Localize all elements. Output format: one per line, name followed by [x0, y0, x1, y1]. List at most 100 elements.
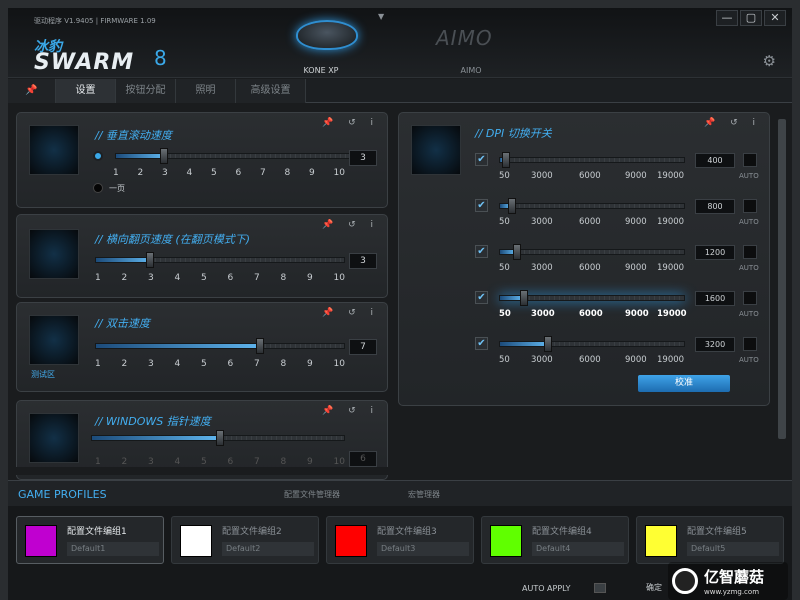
game-profiles-title[interactable]: GAME PROFILES [18, 488, 107, 501]
tab-lighting[interactable]: 照明 [176, 79, 236, 103]
tab-buttons[interactable]: 按钮分配 [116, 79, 176, 103]
calibrate-button[interactable]: 校准 [638, 375, 730, 392]
watermark-logo-icon [672, 568, 698, 594]
minimize-button[interactable]: — [716, 10, 738, 26]
scroll-speed-value[interactable]: 3 [349, 150, 377, 166]
profile-color [335, 525, 367, 557]
profile-color [490, 525, 522, 557]
gear-icon[interactable]: ⚙ [763, 52, 776, 70]
panel-dpi: // DPI 切换开关 📌 ↺ i ✔ 400 AUTO 50 3000 6000 9… [398, 112, 770, 406]
dpi-checkbox-5[interactable]: ✔ [475, 337, 488, 350]
dpi-auto-2[interactable] [743, 199, 757, 213]
maximize-button[interactable]: ▢ [740, 10, 762, 26]
dpi-auto-3[interactable] [743, 245, 757, 259]
auto-apply-toggle[interactable] [594, 583, 606, 593]
profile-default: Default3 [377, 542, 469, 556]
scrollbar[interactable] [778, 119, 786, 469]
panel-title: // 垂直滚动速度 [95, 129, 172, 142]
pointer-icon [29, 413, 79, 463]
dpi-slider-2[interactable] [499, 198, 685, 214]
close-button[interactable]: ✕ [764, 10, 786, 26]
tilt-speed-slider[interactable] [95, 252, 345, 268]
confirm-button[interactable]: 确定 [646, 582, 662, 593]
panel-title: // 横向翻页速度 (在翻页模式下) [95, 233, 250, 246]
profile-slot-5[interactable]: 配置文件编组5 Default5 [636, 516, 784, 564]
scroll-page-radio[interactable] [93, 183, 103, 193]
test-area[interactable] [29, 315, 79, 365]
dpi-value-2[interactable]: 800 [695, 199, 735, 214]
tab-pin[interactable]: 📌 [8, 79, 56, 103]
dpi-checkbox-3[interactable]: ✔ [475, 245, 488, 258]
app-window: 驱动程序 V1.9405 | FIRMWARE 1.09 冰豹 SWARM 8 … [8, 8, 792, 600]
device-aimo[interactable]: AIMO [416, 18, 526, 78]
dpi-checkbox-1[interactable]: ✔ [475, 153, 488, 166]
dpi-slider-4[interactable] [499, 290, 685, 306]
watermark-title: 亿智蘑菇 [704, 568, 765, 586]
panel-title: // 双击速度 [95, 317, 150, 330]
panel-clip [16, 467, 396, 475]
panel-icons[interactable]: 📌 ↺ i [322, 308, 379, 318]
profile-slot-3[interactable]: 配置文件编组3 Default3 [326, 516, 474, 564]
profile-default: Default5 [687, 542, 779, 556]
dpi-checkbox-4[interactable]: ✔ [475, 291, 488, 304]
profile-slot-4[interactable]: 配置文件编组4 Default4 [481, 516, 629, 564]
dpi-value-4[interactable]: 1600 [695, 291, 735, 306]
scroll-page-label: 一页 [109, 184, 125, 193]
device-kone-xp[interactable]: KONE XP [266, 18, 376, 78]
tab-advanced[interactable]: 高级设置 [236, 79, 306, 103]
scroll-speed-slider[interactable] [115, 148, 355, 164]
panel-icons[interactable]: 📌 ↺ i [322, 118, 379, 128]
panel-scroll-speed: // 垂直滚动速度 📌 ↺ i 3 1 2 3 4 5 6 7 8 9 10 一页 [16, 112, 388, 208]
pointer-speed-value[interactable]: 6 [349, 451, 377, 467]
dpi-slider-3[interactable] [499, 244, 685, 260]
slider-knob[interactable] [146, 252, 154, 268]
dpi-slider-5[interactable] [499, 336, 685, 352]
dpi-auto-4[interactable] [743, 291, 757, 305]
panel-tilt-speed: // 横向翻页速度 (在翻页模式下) 📌 ↺ i 3 1 2 3 4 5 6 7 8 9 10 [16, 214, 388, 298]
doubleclick-speed-slider[interactable] [95, 338, 345, 354]
auto-label: AUTO [739, 310, 759, 318]
slider-knob[interactable] [160, 148, 168, 164]
scroll-lines-radio[interactable] [93, 151, 103, 161]
test-area-label: 测试区 [31, 370, 55, 379]
dropdown-icon[interactable]: ▼ [378, 12, 384, 21]
tab-macro-manager[interactable]: 宏管理器 [408, 489, 440, 500]
panel-icons[interactable]: 📌 ↺ i [322, 406, 379, 416]
doubleclick-speed-value[interactable]: 7 [349, 339, 377, 355]
dpi-auto-1[interactable] [743, 153, 757, 167]
dpi-value-1[interactable]: 400 [695, 153, 735, 168]
profile-color [645, 525, 677, 557]
tab-settings[interactable]: 设置 [56, 79, 116, 103]
dpi-value-3[interactable]: 1200 [695, 245, 735, 260]
slider-knob[interactable] [216, 430, 224, 446]
dpi-slider-1[interactable] [499, 152, 685, 168]
dpi-auto-5[interactable] [743, 337, 757, 351]
slider-ticks: 1 2 3 4 5 6 7 8 9 10 [113, 168, 345, 178]
panel-doubleclick-speed: 测试区 // 双击速度 📌 ↺ i 7 1 2 3 4 5 6 7 8 9 10 [16, 302, 388, 392]
tab-bar: 📌 设置 按钮分配 照明 高级设置 [8, 79, 792, 103]
panel-icons[interactable]: 📌 ↺ i [704, 118, 761, 128]
dpi-value-5[interactable]: 3200 [695, 337, 735, 352]
profile-name: 配置文件编组3 [377, 527, 437, 537]
profile-slot-2[interactable]: 配置文件编组2 Default2 [171, 516, 319, 564]
profile-name: 配置文件编组5 [687, 527, 747, 537]
auto-label: AUTO [739, 264, 759, 272]
dpi-checkbox-2[interactable]: ✔ [475, 199, 488, 212]
panel-icons[interactable]: 📌 ↺ i [322, 220, 379, 230]
device-name: KONE XP [303, 66, 339, 75]
tilt-speed-value[interactable]: 3 [349, 253, 377, 269]
slider-ticks: 1 2 3 4 5 6 7 8 9 10 [95, 457, 345, 467]
pointer-speed-slider[interactable] [91, 430, 345, 446]
version-text: 驱动程序 V1.9405 | FIRMWARE 1.09 [34, 17, 156, 25]
watermark: 亿智蘑菇 www.yzmg.com [668, 562, 788, 600]
tab-profile-manager[interactable]: 配置文件管理器 [284, 489, 340, 500]
panel-title: // WINDOWS 指针速度 [95, 415, 211, 428]
profile-name: 配置文件编组2 [222, 527, 282, 537]
dpi-icon [411, 125, 461, 175]
profile-slot-1[interactable]: 配置文件编组1 Default1 [16, 516, 164, 564]
watermark-url: www.yzmg.com [704, 588, 760, 596]
auto-label: AUTO [739, 356, 759, 364]
device-name: AIMO [460, 66, 482, 75]
slider-knob[interactable] [256, 338, 264, 354]
scrollbar-thumb[interactable] [778, 119, 786, 439]
